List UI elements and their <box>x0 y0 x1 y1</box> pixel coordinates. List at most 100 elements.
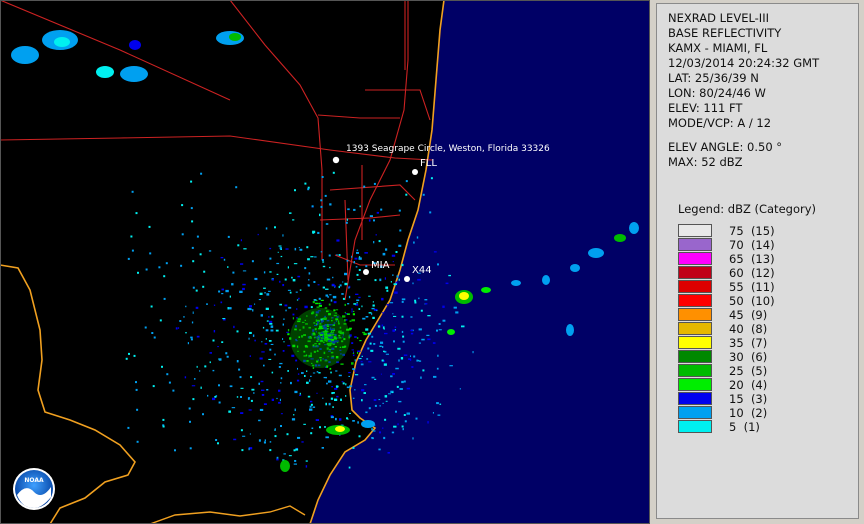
echo-pixel <box>225 289 229 293</box>
echo-pixel <box>424 299 428 301</box>
echo-pixel <box>130 235 133 238</box>
echo-pixel <box>408 358 411 360</box>
echo-pixel <box>395 410 397 413</box>
echo-pixel <box>259 357 263 360</box>
echo-pixel <box>263 271 266 274</box>
echo-pixel <box>135 381 137 384</box>
echo-pixel <box>150 305 153 308</box>
echo-pixel <box>241 449 244 452</box>
echo-pixel <box>192 398 195 401</box>
echo-pixel <box>381 359 384 362</box>
echo-pixel <box>297 275 301 278</box>
echo-pixel <box>293 463 297 465</box>
legend-title: Legend: dBZ (Category) <box>678 202 816 216</box>
echo-pixel <box>402 340 405 343</box>
echo-pixel <box>422 193 425 196</box>
echo-pixel <box>159 319 162 322</box>
legend-label: 5 (1) <box>729 420 760 434</box>
echo-pixel <box>264 292 266 294</box>
echo-pixel <box>251 388 255 391</box>
echo-pixel <box>242 283 246 286</box>
echo-pixel <box>372 316 375 319</box>
echo-pixel <box>354 359 356 362</box>
echo-pixel <box>228 410 231 413</box>
echo-pixel <box>328 303 331 306</box>
echo-pixel <box>242 287 245 291</box>
echo-pixel <box>285 248 289 250</box>
echo-pixel <box>148 225 151 228</box>
echo-pixel <box>374 279 377 282</box>
echo-pixel <box>332 171 335 174</box>
echo-pixel <box>378 448 381 451</box>
echo-pixel <box>372 301 374 303</box>
echo-pixel <box>294 189 296 192</box>
echo-pixel <box>291 354 295 357</box>
echo-pixel <box>149 252 152 255</box>
echo-pixel <box>274 435 277 438</box>
echo-pixel <box>307 188 310 191</box>
echo-pixel <box>202 413 204 416</box>
echo-pixel <box>308 272 311 275</box>
echo-pixel <box>304 305 308 309</box>
echo-pixel <box>320 205 323 208</box>
echo-pixel <box>352 313 355 316</box>
echo-pixel <box>352 397 355 399</box>
echo-pixel <box>317 284 320 286</box>
echo-pixel <box>357 279 361 281</box>
echo-pixel <box>368 312 372 314</box>
echo-pixel <box>191 220 194 223</box>
echo-pixel <box>356 302 358 304</box>
echo-pixel <box>338 254 341 256</box>
echo-pixel <box>319 213 321 217</box>
echo-pixel <box>371 428 373 431</box>
echo-pixel <box>363 392 366 394</box>
echo-pixel <box>239 290 243 293</box>
echo-pixel <box>309 405 312 408</box>
echo-pixel <box>276 262 280 265</box>
echo-pixel <box>217 442 219 445</box>
echo-pixel <box>360 361 363 363</box>
echo-pixel <box>249 305 252 308</box>
echo-pixel <box>137 271 139 274</box>
echo-pixel <box>384 332 388 335</box>
echo-pixel <box>179 320 182 322</box>
echo-pixel <box>318 372 321 374</box>
echo-pixel <box>358 256 361 258</box>
echo-pixel <box>355 266 358 268</box>
echo-pixel <box>398 359 400 362</box>
echo-pixel <box>386 289 389 292</box>
echo-pixel <box>168 381 171 384</box>
echo-pixel <box>384 277 386 280</box>
echo-pixel <box>282 350 285 352</box>
echo-pixel <box>449 365 453 367</box>
echo-pixel <box>250 399 253 402</box>
echo-pixel <box>335 417 337 421</box>
echo-pixel <box>332 406 334 408</box>
echo-pixel <box>128 352 130 355</box>
echo-pixel <box>413 241 415 244</box>
echo-pixel <box>276 456 279 458</box>
echo-pixel <box>266 389 269 391</box>
echo-pixel <box>263 287 266 289</box>
echo-pixel <box>231 407 236 409</box>
echo-pixel <box>265 227 268 230</box>
legend-row: 60 (12) <box>678 266 798 280</box>
echo-pixel <box>279 247 282 250</box>
echo-pixel <box>334 388 338 390</box>
echo-pixel <box>358 435 361 438</box>
echo-pixel <box>342 315 346 318</box>
echo-pixel <box>325 436 329 439</box>
echo-pixel <box>227 235 230 238</box>
echo-pixel <box>233 325 235 329</box>
echo-pixel <box>294 247 297 251</box>
echo-pixel <box>382 346 384 348</box>
echo-pixel <box>325 223 329 225</box>
echo-pixel <box>353 310 355 313</box>
echo-pixel <box>340 398 342 401</box>
echo-pixel <box>306 246 309 249</box>
echo-pixel <box>299 394 302 396</box>
echo-pixel <box>453 306 457 309</box>
echo-pixel <box>295 359 298 362</box>
legend-row: 35 (7) <box>678 336 798 350</box>
echo-pixel <box>309 408 313 411</box>
